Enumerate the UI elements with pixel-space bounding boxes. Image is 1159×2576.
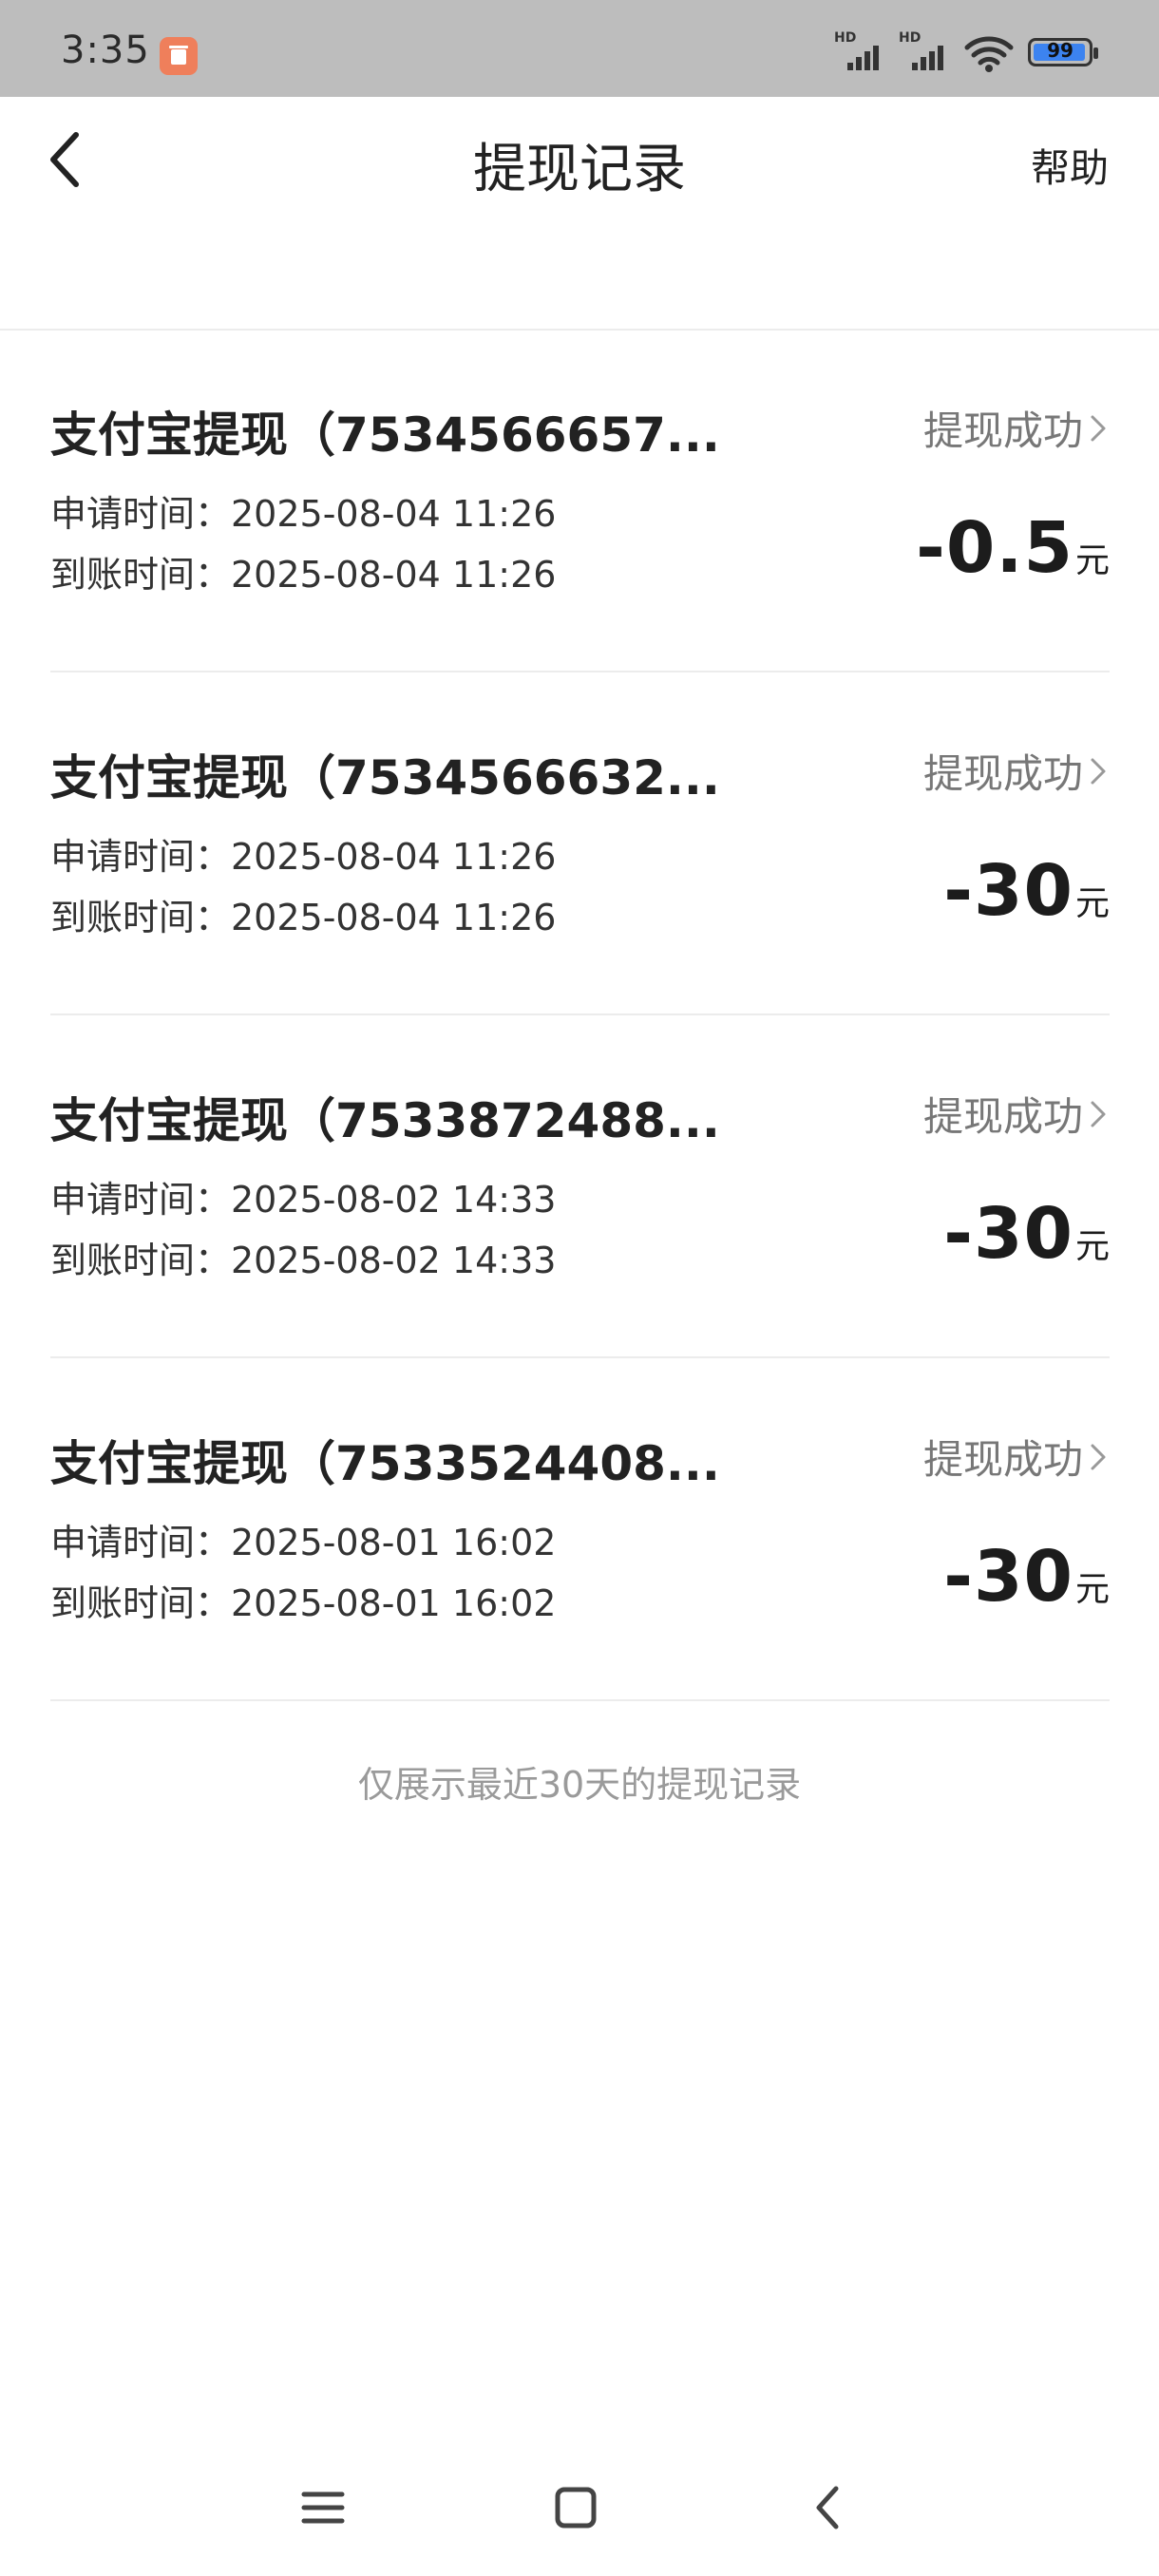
system-nav-bar: [0, 2460, 1159, 2555]
chevron-right-icon: [1091, 1101, 1106, 1127]
wifi-icon: [964, 36, 1014, 72]
record-amount-value: -30: [943, 1193, 1074, 1275]
record-apply-time: 申请时间：2025-08-01 16:02: [50, 1522, 557, 1563]
record-amount: -30 元: [943, 850, 1110, 932]
record-status-label: 提现成功: [922, 1436, 1083, 1483]
record-status[interactable]: 提现成功: [923, 742, 1110, 800]
battery-level: 99: [1047, 39, 1074, 62]
record-arrive-time: 到账时间：2025-08-01 16:02: [50, 1582, 557, 1624]
signal-icon: HD: [834, 30, 889, 74]
chevron-right-icon: [1091, 415, 1106, 441]
record-item-4[interactable]: 支付宝提现（7533524408... 提现成功 申请时间：2025-08-01…: [50, 1359, 1110, 1701]
record-arrive-time: 到账时间：2025-08-04 11:26: [50, 554, 557, 596]
record-amount-unit: 元: [1074, 884, 1110, 923]
signal-icon-2: HD: [899, 30, 954, 74]
signal-hd-label-2: HD: [899, 30, 922, 46]
record-amount-value: -30: [943, 850, 1074, 932]
record-title: 支付宝提现（7534566632...: [50, 750, 720, 805]
record-amount-unit: 元: [1074, 1227, 1110, 1266]
chevron-right-icon: [1091, 758, 1106, 784]
record-amount-unit: 元: [1074, 1570, 1110, 1609]
signal-hd-label: HD: [834, 30, 857, 46]
record-item-1[interactable]: 支付宝提现（7534566657... 提现成功 申请时间：2025-08-04…: [50, 331, 1110, 672]
page-title: 提现记录: [473, 139, 686, 200]
record-status[interactable]: 提现成功: [923, 399, 1110, 457]
record-status[interactable]: 提现成功: [923, 1428, 1110, 1486]
record-amount-unit: 元: [1074, 541, 1110, 580]
battery-icon: 99: [1028, 38, 1098, 66]
back-icon[interactable]: [800, 2479, 857, 2536]
record-status-label: 提现成功: [922, 750, 1083, 797]
home-square-icon[interactable]: [547, 2479, 604, 2536]
record-amount: -0.5 元: [916, 507, 1110, 589]
record-amount-value: -30: [943, 1536, 1074, 1618]
record-status-label: 提现成功: [922, 1093, 1083, 1140]
record-title: 支付宝提现（7533524408...: [50, 1436, 720, 1491]
record-status[interactable]: 提现成功: [923, 1085, 1110, 1143]
record-apply-time: 申请时间：2025-08-04 11:26: [50, 493, 557, 535]
app-notification-icon: [160, 37, 198, 75]
footer-note: 仅展示最近30天的提现记录: [357, 1764, 802, 1806]
record-status-label: 提现成功: [922, 407, 1083, 454]
status-bar: 3:35 HD HD 99: [0, 0, 1159, 97]
status-icons: HD HD 99: [834, 30, 1098, 74]
record-amount-value: -0.5: [916, 507, 1074, 589]
record-amount: -30 元: [943, 1193, 1110, 1275]
record-arrive-time: 到账时间：2025-08-04 11:26: [50, 897, 557, 938]
menu-icon[interactable]: [294, 2479, 352, 2536]
record-arrive-time: 到账时间：2025-08-02 14:33: [50, 1240, 557, 1281]
chevron-right-icon: [1091, 1444, 1106, 1469]
record-apply-time: 申请时间：2025-08-02 14:33: [50, 1179, 557, 1221]
record-amount: -30 元: [943, 1536, 1110, 1618]
record-title: 支付宝提现（7534566657...: [50, 407, 720, 463]
record-title: 支付宝提现（7533872488...: [50, 1093, 720, 1148]
status-time: 3:35: [61, 28, 150, 72]
record-apply-time: 申请时间：2025-08-04 11:26: [50, 836, 557, 878]
record-item-3[interactable]: 支付宝提现（7533872488... 提现成功 申请时间：2025-08-02…: [50, 1016, 1110, 1358]
record-item-2[interactable]: 支付宝提现（7534566632... 提现成功 申请时间：2025-08-04…: [50, 673, 1110, 1015]
help-link[interactable]: 帮助: [1031, 136, 1109, 193]
